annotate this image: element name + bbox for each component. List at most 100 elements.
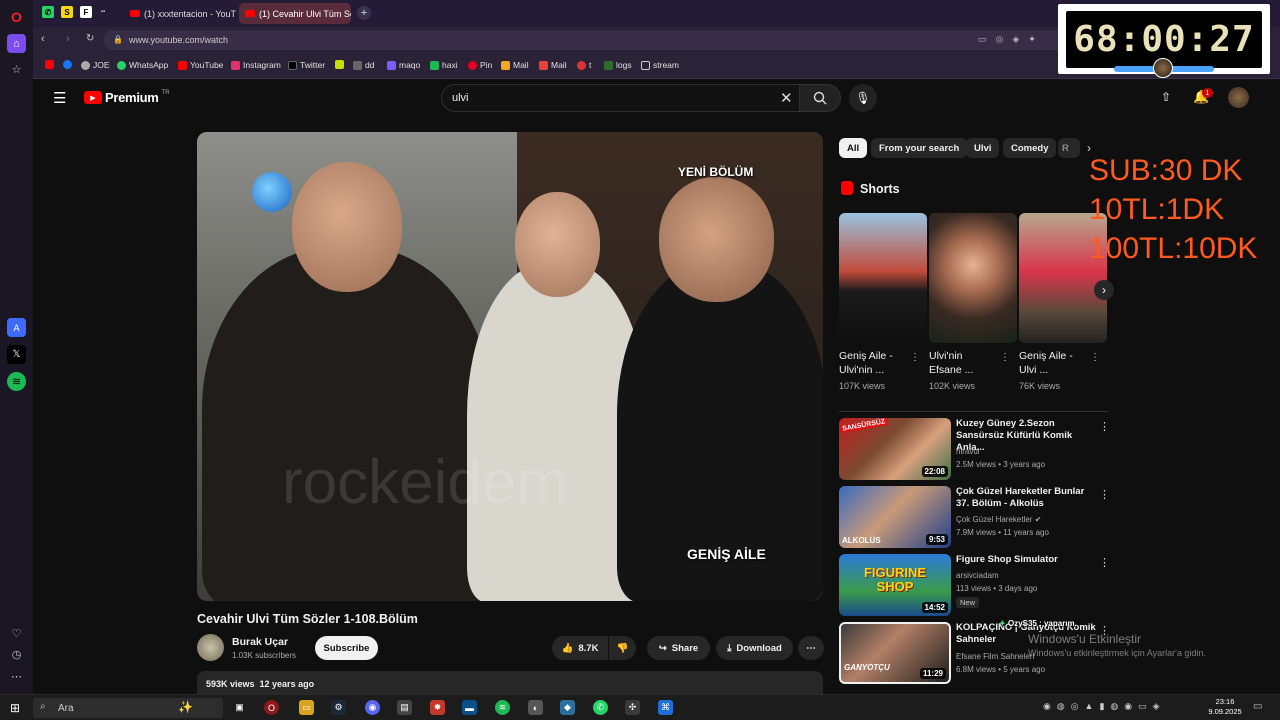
opera-taskbar-icon[interactable]: O (264, 700, 279, 715)
recommendation-item[interactable]: SANSÜRSÜZ 22:08 Kuzey Güney 2.Sezon Sans… (839, 418, 1110, 482)
x-twitter-icon[interactable]: 𝕏 (7, 345, 26, 364)
app-icon[interactable]: ▤ (397, 700, 412, 715)
new-tab-button[interactable]: + (357, 6, 371, 20)
forward-icon[interactable]: › (66, 33, 70, 45)
short-title-2[interactable]: Ulvi'nin Efsane ... (929, 349, 973, 377)
app5-icon[interactable]: ⌘ (658, 700, 673, 715)
menu-icon[interactable]: ☰ (53, 89, 66, 107)
windows-start-icon[interactable]: ⊞ (10, 701, 20, 715)
more-actions-button[interactable]: ⋯ (798, 636, 824, 660)
recommendation-menu-icon[interactable]: ⋮ (1099, 420, 1110, 433)
task-view-icon[interactable]: ▣ (232, 700, 247, 715)
recommendation-menu-icon[interactable]: ⋮ (1099, 488, 1110, 501)
chip-ulvi[interactable]: Ulvi (966, 138, 1000, 158)
share-button[interactable]: ↪ Share (647, 636, 710, 660)
speed-dial-icon[interactable]: ☆ (7, 60, 26, 79)
recommendation-item[interactable]: ALKOLÜS 9:53 Çok Güzel Hareketler Bunlar… (839, 486, 1110, 550)
steam-icon[interactable]: ⚙ (331, 700, 346, 715)
bookmark-facebook[interactable] (63, 60, 72, 69)
recommendation-menu-icon[interactable]: ⋮ (1099, 556, 1110, 569)
short-menu-icon[interactable]: ⋮ (910, 352, 920, 363)
short-thumbnail-1[interactable] (839, 213, 927, 343)
more-icon[interactable]: ⋯ (7, 667, 26, 686)
pinterest-icon (468, 60, 477, 70)
home-icon[interactable]: ⌂ (7, 34, 26, 53)
download-button[interactable]: ⤓ Download (716, 636, 793, 660)
url-field[interactable]: 🔒 www.youtube.com/watch (103, 30, 1083, 50)
bookmark-dd[interactable]: dd (353, 60, 374, 70)
file-explorer-icon[interactable]: ▭ (299, 700, 314, 715)
chips-next-icon[interactable]: › (1087, 141, 1091, 155)
whatsapp-taskbar-icon[interactable]: ✆ (593, 700, 608, 715)
recommendation-item[interactable]: FIGURINE SHOP 14:52 Figure Shop Simulato… (839, 554, 1110, 618)
like-button[interactable]: 👍 8.7K (552, 636, 608, 660)
overlay-line-sub: SUB:30 DK (1089, 154, 1243, 187)
bookmark-whatsapp[interactable]: WhatsApp (117, 60, 168, 70)
bookmark-mail-1[interactable]: Mail (501, 60, 529, 70)
youtube-logo[interactable]: ▶ Premium TR (84, 90, 170, 105)
back-icon[interactable]: ‹ (41, 33, 45, 45)
dislike-button[interactable]: 👎 (609, 636, 636, 660)
taskbar-search-input[interactable]: ⌕ Ara ✨ (33, 698, 223, 718)
bookmark-t[interactable]: t (577, 60, 591, 70)
chip-all[interactable]: All (839, 138, 868, 158)
bookmark-logs[interactable]: logs (604, 60, 632, 70)
chip-from-your-search[interactable]: From your search (871, 138, 968, 158)
shorts-next-icon[interactable]: › (1094, 280, 1114, 300)
search-input[interactable]: ulvi ✕ (441, 84, 799, 112)
app4-icon[interactable]: ✣ (625, 700, 640, 715)
bookmark-joe[interactable]: JOE (81, 60, 110, 70)
clock-date[interactable]: 9.09.2025 (1200, 707, 1250, 716)
app2-icon[interactable]: ◐ (528, 700, 543, 715)
description-box[interactable]: 593K views 12 years ago (197, 671, 823, 694)
bookmark-red[interactable] (45, 60, 54, 69)
bookmark-instagram[interactable]: Instagram (231, 60, 281, 70)
microphone-icon[interactable]: 🎙 (849, 84, 877, 112)
gmail-icon (539, 60, 548, 70)
monitor-icon[interactable]: ▬ (462, 700, 477, 715)
bookmark-pin[interactable]: Pin (468, 60, 492, 70)
bookmark-maqo[interactable]: maqo (387, 60, 420, 70)
bookmark-haxi[interactable]: haxi (430, 60, 458, 70)
discord-icon[interactable]: ◉ (365, 700, 380, 715)
bookmark-mail-2[interactable]: Mail (539, 60, 567, 70)
chip-comedy[interactable]: Comedy (1003, 138, 1057, 158)
tab-xxxtentacion[interactable]: (1) xxxtentacion - YouTube (124, 3, 236, 24)
chip-partial[interactable]: R (1058, 138, 1080, 158)
system-tray-icons[interactable]: ◉◍◎▲▮◍◉▭◈ (1043, 701, 1166, 712)
app3-icon[interactable]: ◆ (560, 700, 575, 715)
short-menu-icon[interactable]: ⋮ (1000, 352, 1010, 363)
tab-cevahir-ulvi[interactable]: (1) Cevahir Ulvi Tüm Sözler (239, 3, 351, 24)
search-button[interactable] (799, 84, 841, 112)
bookmark-twitter[interactable]: Twitter (288, 60, 325, 70)
clock-time[interactable]: 23:16 (1205, 697, 1245, 706)
spotify-icon[interactable]: ≋ (495, 700, 510, 715)
video-player[interactable]: YENİ BÖLÜM GENİŞ AİLE rockeidem (197, 132, 823, 601)
spotify-icon[interactable]: ≋ (7, 372, 26, 391)
notification-center-icon[interactable]: ▭ (1253, 701, 1262, 712)
aria-icon[interactable]: A (7, 318, 26, 337)
bookmark-youtube[interactable]: YouTube (178, 60, 223, 70)
heart-icon[interactable]: ♡ (7, 624, 26, 643)
bookmark-s[interactable] (335, 60, 344, 69)
short-thumbnail-2[interactable] (929, 213, 1017, 343)
short-menu-icon[interactable]: ⋮ (1090, 352, 1100, 363)
channel-avatar[interactable] (197, 634, 224, 661)
address-bar-actions[interactable]: ▭◎◈✦ (978, 34, 1045, 45)
history-icon[interactable]: ◷ (7, 645, 26, 664)
bookmark-stream[interactable]: stream (641, 60, 679, 70)
clear-search-icon[interactable]: ✕ (780, 89, 793, 107)
channel-name[interactable]: Burak Uçar (232, 636, 288, 648)
reload-icon[interactable]: ↻ (86, 33, 94, 44)
subscribe-button[interactable]: Subscribe (315, 636, 378, 660)
s-pinned-icon[interactable]: S (61, 6, 73, 18)
short-title-3[interactable]: Geniş Aile - Ulvi ... (1019, 349, 1073, 377)
opera-logo-icon[interactable]: O (7, 7, 26, 26)
misc-pinned-icon[interactable]: ▪▪ (97, 6, 109, 18)
avatar[interactable] (1228, 87, 1249, 108)
upload-icon[interactable]: ⇧ (1161, 90, 1171, 104)
short-title-1[interactable]: Geniş Aile - Ulvi'nin ... (839, 349, 893, 377)
f-pinned-icon[interactable]: F (80, 6, 92, 18)
game-icon[interactable]: ✸ (430, 700, 445, 715)
whatsapp-pinned-icon[interactable]: ✆ (42, 6, 54, 18)
